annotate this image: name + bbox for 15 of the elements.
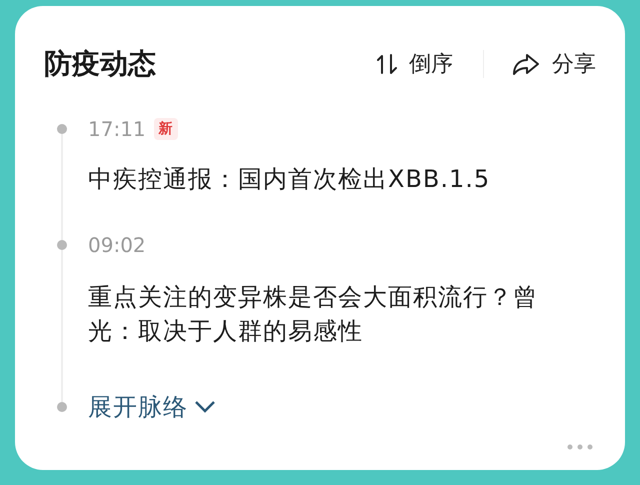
timeline-dot (57, 402, 67, 412)
more-icon (567, 444, 593, 450)
news-headline[interactable]: 中疾控通报：国内首次检出XBB.1.5 (88, 162, 568, 196)
timestamp: 09:02 (88, 232, 146, 258)
card-title: 防疫动态 (44, 46, 156, 82)
expand-link[interactable]: 展开脉络 (88, 391, 216, 423)
share-icon (512, 52, 540, 76)
timeline-dot (57, 124, 67, 134)
sort-button[interactable]: 倒序 (377, 49, 453, 79)
share-button[interactable]: 分享 (512, 49, 596, 79)
new-badge: 新 (154, 118, 178, 140)
timeline-dot (57, 240, 67, 250)
news-headline[interactable]: 重点关注的变异株是否会大面积流行？曾光：取决于人群的易感性 (88, 280, 568, 348)
timestamp: 17:11 (88, 116, 146, 142)
sort-icon (377, 53, 397, 75)
